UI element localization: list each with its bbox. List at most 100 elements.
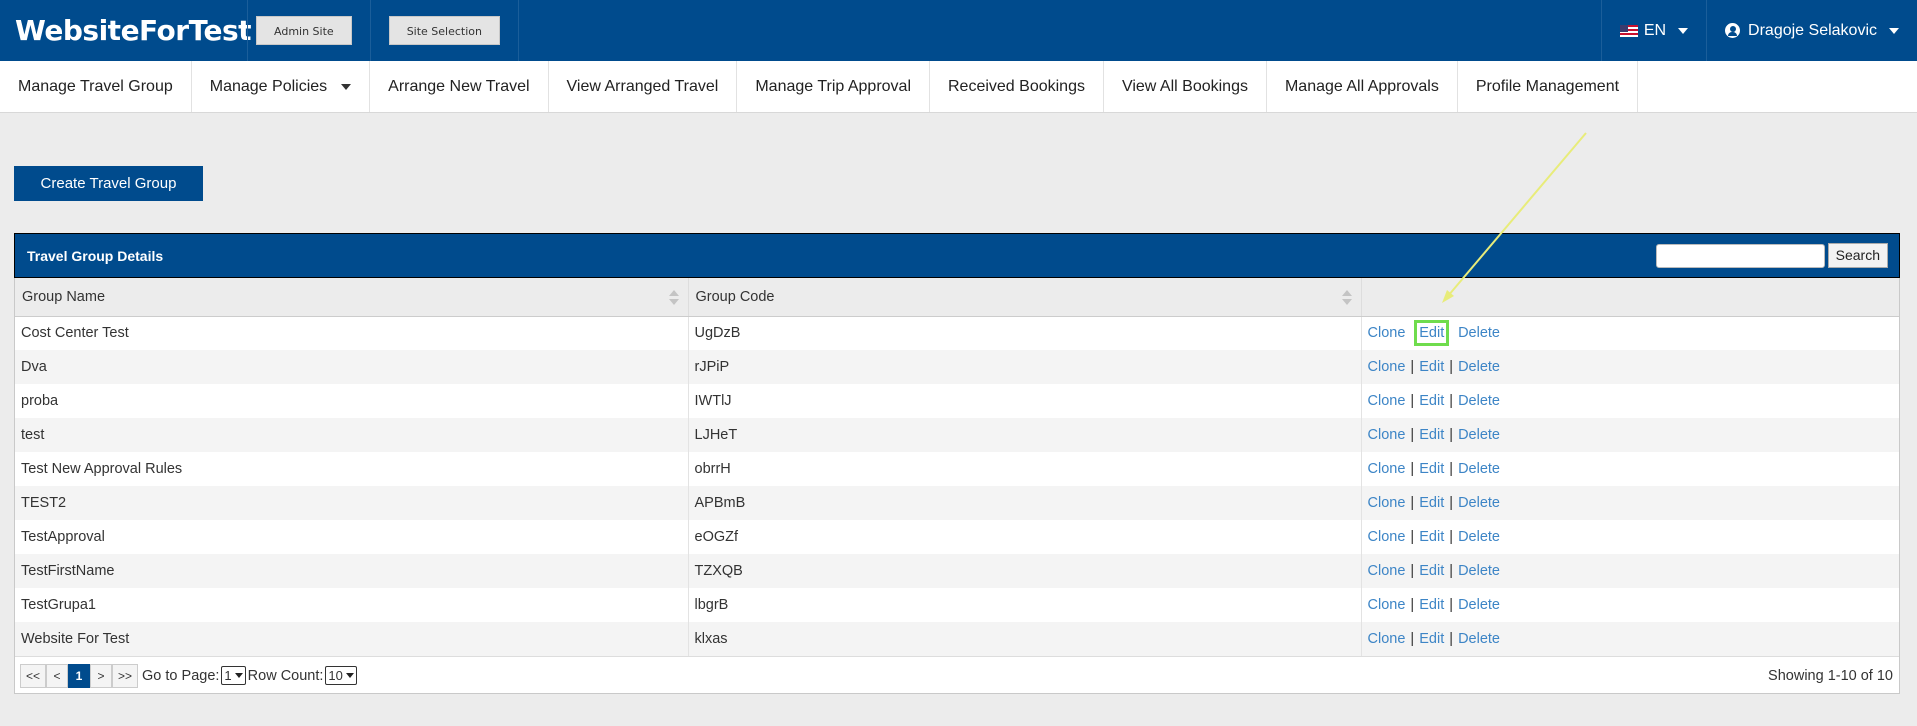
row-count-value: 10 xyxy=(328,668,343,683)
edit-link[interactable]: Edit xyxy=(1419,631,1444,647)
actions-cell: Clone | Edit | Delete xyxy=(1361,486,1899,520)
create-travel-group-button[interactable]: Create Travel Group xyxy=(14,166,203,201)
clone-link[interactable]: Clone xyxy=(1368,597,1406,613)
column-header-group-name[interactable]: Group Name xyxy=(15,278,689,317)
table-row: TEST2 APBmB Clone | Edit | Delete xyxy=(15,486,1899,520)
delete-link[interactable]: Delete xyxy=(1458,461,1500,477)
next-page-button[interactable]: > xyxy=(90,663,113,688)
nav-profile-management[interactable]: Profile Management xyxy=(1458,61,1639,112)
delete-link[interactable]: Delete xyxy=(1458,325,1500,341)
clone-link[interactable]: Clone xyxy=(1368,461,1406,477)
action-separator: | xyxy=(1449,359,1454,375)
actions-cell: Clone | Edit | Delete xyxy=(1361,588,1899,622)
group-name-cell: proba xyxy=(15,384,689,418)
delete-link[interactable]: Delete xyxy=(1458,359,1500,375)
edit-link[interactable]: Edit xyxy=(1419,461,1444,477)
group-code-cell: TZXQB xyxy=(688,554,1362,588)
go-to-page-value: 1 xyxy=(224,668,232,683)
nav-view-arranged-travel[interactable]: View Arranged Travel xyxy=(549,61,738,112)
top-right-controls: EN Dragoje Selakovic xyxy=(1600,0,1917,61)
action-separator: | xyxy=(1410,461,1415,477)
user-menu[interactable]: Dragoje Selakovic xyxy=(1706,0,1917,61)
search-button[interactable]: Search xyxy=(1827,243,1888,268)
last-page-button[interactable]: >> xyxy=(112,663,139,688)
action-separator: | xyxy=(1410,597,1415,613)
edit-link[interactable]: Edit xyxy=(1419,495,1444,511)
clone-link[interactable]: Clone xyxy=(1368,427,1406,443)
group-code-cell: rJPiP xyxy=(688,350,1362,384)
clone-link[interactable]: Clone xyxy=(1368,393,1406,409)
group-name-cell: Website For Test xyxy=(15,622,689,656)
group-name-cell: TestGrupa1 xyxy=(15,588,689,622)
clone-link[interactable]: Clone xyxy=(1368,359,1406,375)
delete-link[interactable]: Delete xyxy=(1458,597,1500,613)
edit-link[interactable]: Edit xyxy=(1414,320,1450,347)
action-separator: | xyxy=(1449,597,1454,613)
delete-link[interactable]: Delete xyxy=(1458,563,1500,579)
action-separator: | xyxy=(1449,529,1454,545)
group-name-cell: Cost Center Test xyxy=(15,316,689,350)
current-page-button[interactable]: 1 xyxy=(68,663,91,688)
delete-link[interactable]: Delete xyxy=(1458,393,1500,409)
edit-link[interactable]: Edit xyxy=(1419,393,1444,409)
pagination-bar: << < 1 > >> Go to Page: 1 Row Count: 10 … xyxy=(15,656,1899,694)
edit-link[interactable]: Edit xyxy=(1419,529,1444,545)
actions-cell: Clone | Edit | Delete xyxy=(1361,520,1899,554)
edit-link[interactable]: Edit xyxy=(1419,563,1444,579)
nav-manage-policies[interactable]: Manage Policies xyxy=(192,61,371,112)
nav-received-bookings[interactable]: Received Bookings xyxy=(930,61,1104,112)
main-nav: Manage Travel Group Manage Policies Arra… xyxy=(0,61,1917,113)
action-separator: | xyxy=(1410,427,1415,443)
nav-arrange-new-travel[interactable]: Arrange New Travel xyxy=(370,61,549,112)
group-name-cell: Dva xyxy=(15,350,689,384)
table-header-row: Group Name Group Code xyxy=(15,278,1899,317)
action-separator: | xyxy=(1410,563,1415,579)
top-header: WebsiteForTest Admin Site Site Selection… xyxy=(0,0,1917,61)
group-code-cell: eOGZf xyxy=(688,520,1362,554)
edit-link[interactable]: Edit xyxy=(1419,359,1444,375)
search-input[interactable] xyxy=(1655,243,1825,268)
admin-site-button[interactable]: Admin Site xyxy=(256,16,352,45)
chevron-down-icon xyxy=(341,83,352,90)
language-dropdown[interactable]: EN xyxy=(1600,0,1706,61)
clone-link[interactable]: Clone xyxy=(1368,495,1406,511)
brand-logo[interactable]: WebsiteForTest xyxy=(15,14,252,47)
nav-manage-trip-approval[interactable]: Manage Trip Approval xyxy=(737,61,930,112)
actions-cell: Clone | Edit | Delete xyxy=(1361,452,1899,486)
user-circle-icon xyxy=(1725,23,1741,38)
column-header-actions xyxy=(1361,278,1899,317)
delete-link[interactable]: Delete xyxy=(1458,427,1500,443)
row-count-label: Row Count: xyxy=(247,667,324,684)
delete-link[interactable]: Delete xyxy=(1458,631,1500,647)
table-row: TestFirstName TZXQB Clone | Edit | Delete xyxy=(15,554,1899,588)
action-separator: | xyxy=(1449,495,1454,511)
column-header-group-code[interactable]: Group Code xyxy=(688,278,1362,317)
delete-link[interactable]: Delete xyxy=(1458,529,1500,545)
action-separator: | xyxy=(1410,359,1415,375)
table-row: TestApproval eOGZf Clone | Edit | Delete xyxy=(15,520,1899,554)
edit-link[interactable]: Edit xyxy=(1419,427,1444,443)
table-row: TestGrupa1 lbgrB Clone | Edit | Delete xyxy=(15,588,1899,622)
nav-manage-all-approvals[interactable]: Manage All Approvals xyxy=(1267,61,1458,112)
table-row: proba IWTlJ Clone | Edit | Delete xyxy=(15,384,1899,418)
clone-link[interactable]: Clone xyxy=(1368,325,1406,341)
row-count-select[interactable]: 10 xyxy=(325,666,357,685)
travel-group-panel: Travel Group Details Search Group Name G… xyxy=(14,233,1900,694)
edit-link[interactable]: Edit xyxy=(1419,597,1444,613)
clone-link[interactable]: Clone xyxy=(1368,529,1406,545)
nav-manage-travel-group[interactable]: Manage Travel Group xyxy=(0,61,192,112)
group-code-cell: lbgrB xyxy=(688,588,1362,622)
language-label: EN xyxy=(1643,21,1667,39)
site-selection-button[interactable]: Site Selection xyxy=(388,16,500,45)
clone-link[interactable]: Clone xyxy=(1368,563,1406,579)
nav-view-all-bookings[interactable]: View All Bookings xyxy=(1104,61,1267,112)
action-separator: | xyxy=(1449,427,1454,443)
action-separator: | xyxy=(1410,393,1415,409)
group-name-cell: TestFirstName xyxy=(15,554,689,588)
prev-page-button[interactable]: < xyxy=(46,663,69,688)
delete-link[interactable]: Delete xyxy=(1458,495,1500,511)
clone-link[interactable]: Clone xyxy=(1368,631,1406,647)
go-to-page-select[interactable]: 1 xyxy=(221,666,246,685)
first-page-button[interactable]: << xyxy=(20,663,47,688)
group-name-cell: TestApproval xyxy=(15,520,689,554)
